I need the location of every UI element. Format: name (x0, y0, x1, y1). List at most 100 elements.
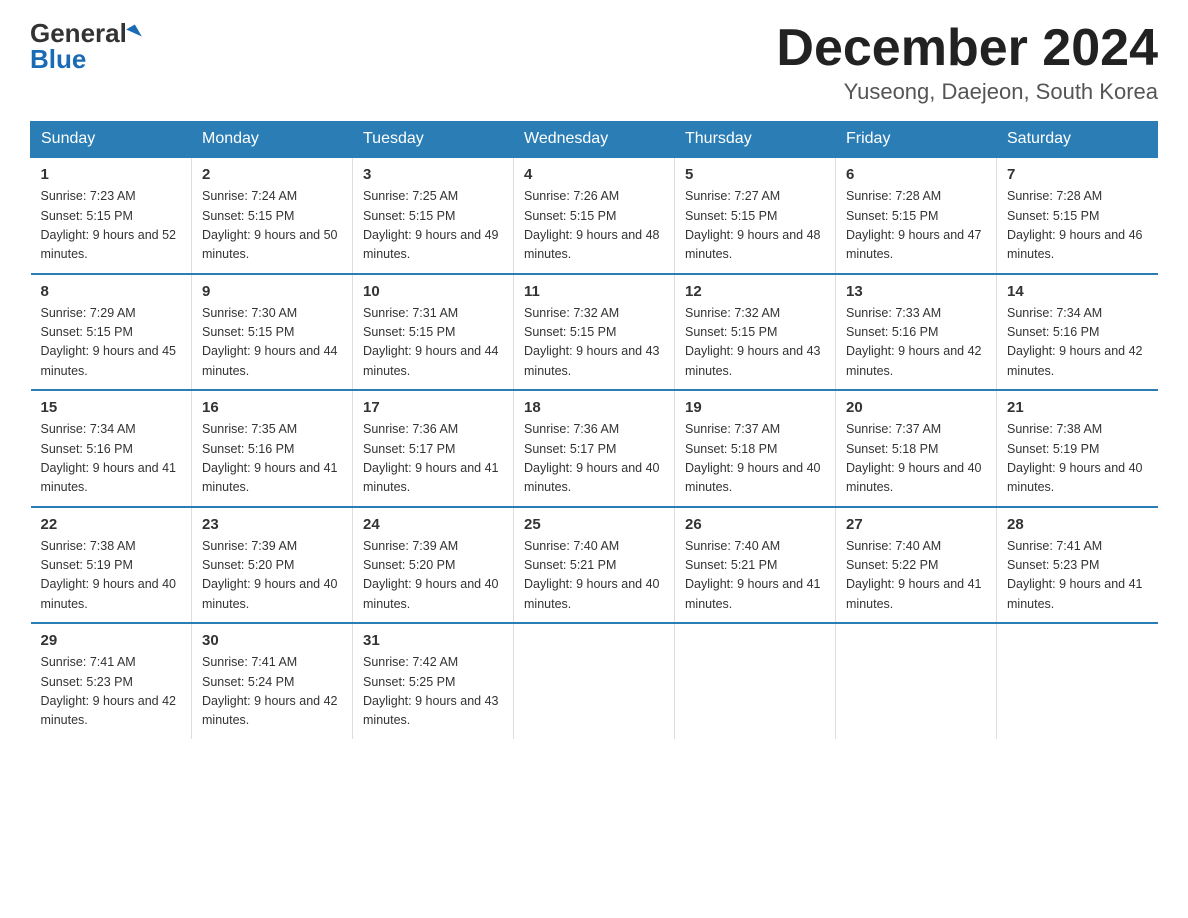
day-number: 15 (41, 399, 182, 416)
day-number: 14 (1007, 283, 1148, 300)
day-info: Sunrise: 7:41 AMSunset: 5:24 PMDaylight:… (202, 655, 338, 727)
month-title: December 2024 (776, 20, 1158, 77)
day-number: 7 (1007, 166, 1148, 183)
day-number: 16 (202, 399, 342, 416)
title-section: December 2024 Yuseong, Daejeon, South Ko… (776, 20, 1158, 105)
day-number: 25 (524, 516, 664, 533)
day-info: Sunrise: 7:29 AMSunset: 5:15 PMDaylight:… (41, 306, 177, 378)
day-info: Sunrise: 7:32 AMSunset: 5:15 PMDaylight:… (685, 306, 821, 378)
calendar-day-cell: 31 Sunrise: 7:42 AMSunset: 5:25 PMDaylig… (353, 623, 514, 739)
calendar-week-row: 1 Sunrise: 7:23 AMSunset: 5:15 PMDayligh… (31, 157, 1158, 274)
day-number: 6 (846, 166, 986, 183)
day-info: Sunrise: 7:35 AMSunset: 5:16 PMDaylight:… (202, 422, 338, 494)
calendar-day-cell: 18 Sunrise: 7:36 AMSunset: 5:17 PMDaylig… (514, 390, 675, 507)
calendar-day-cell: 26 Sunrise: 7:40 AMSunset: 5:21 PMDaylig… (675, 507, 836, 624)
day-info: Sunrise: 7:36 AMSunset: 5:17 PMDaylight:… (363, 422, 499, 494)
calendar-week-row: 15 Sunrise: 7:34 AMSunset: 5:16 PMDaylig… (31, 390, 1158, 507)
day-number: 17 (363, 399, 503, 416)
day-info: Sunrise: 7:25 AMSunset: 5:15 PMDaylight:… (363, 189, 499, 261)
header-sunday: Sunday (31, 122, 192, 158)
calendar-day-cell: 14 Sunrise: 7:34 AMSunset: 5:16 PMDaylig… (997, 274, 1158, 391)
logo-general-text: General (30, 20, 127, 46)
calendar-day-cell: 4 Sunrise: 7:26 AMSunset: 5:15 PMDayligh… (514, 157, 675, 274)
calendar-header-row: SundayMondayTuesdayWednesdayThursdayFrid… (31, 122, 1158, 158)
calendar-day-cell (675, 623, 836, 739)
day-number: 19 (685, 399, 825, 416)
day-info: Sunrise: 7:38 AMSunset: 5:19 PMDaylight:… (41, 539, 177, 611)
calendar-week-row: 22 Sunrise: 7:38 AMSunset: 5:19 PMDaylig… (31, 507, 1158, 624)
day-info: Sunrise: 7:23 AMSunset: 5:15 PMDaylight:… (41, 189, 177, 261)
calendar-day-cell (997, 623, 1158, 739)
calendar-day-cell: 17 Sunrise: 7:36 AMSunset: 5:17 PMDaylig… (353, 390, 514, 507)
day-number: 20 (846, 399, 986, 416)
day-number: 23 (202, 516, 342, 533)
calendar-day-cell: 19 Sunrise: 7:37 AMSunset: 5:18 PMDaylig… (675, 390, 836, 507)
day-number: 29 (41, 632, 182, 649)
day-number: 30 (202, 632, 342, 649)
calendar-day-cell (514, 623, 675, 739)
calendar-day-cell: 24 Sunrise: 7:39 AMSunset: 5:20 PMDaylig… (353, 507, 514, 624)
calendar-day-cell: 30 Sunrise: 7:41 AMSunset: 5:24 PMDaylig… (192, 623, 353, 739)
day-info: Sunrise: 7:39 AMSunset: 5:20 PMDaylight:… (202, 539, 338, 611)
calendar-day-cell: 23 Sunrise: 7:39 AMSunset: 5:20 PMDaylig… (192, 507, 353, 624)
header-friday: Friday (836, 122, 997, 158)
day-number: 18 (524, 399, 664, 416)
calendar-day-cell: 21 Sunrise: 7:38 AMSunset: 5:19 PMDaylig… (997, 390, 1158, 507)
calendar-table: SundayMondayTuesdayWednesdayThursdayFrid… (30, 121, 1158, 739)
header-tuesday: Tuesday (353, 122, 514, 158)
calendar-day-cell: 25 Sunrise: 7:40 AMSunset: 5:21 PMDaylig… (514, 507, 675, 624)
day-info: Sunrise: 7:26 AMSunset: 5:15 PMDaylight:… (524, 189, 660, 261)
day-info: Sunrise: 7:42 AMSunset: 5:25 PMDaylight:… (363, 655, 499, 727)
calendar-day-cell: 11 Sunrise: 7:32 AMSunset: 5:15 PMDaylig… (514, 274, 675, 391)
logo-arrow-icon (126, 24, 142, 41)
day-info: Sunrise: 7:31 AMSunset: 5:15 PMDaylight:… (363, 306, 499, 378)
day-number: 27 (846, 516, 986, 533)
day-info: Sunrise: 7:27 AMSunset: 5:15 PMDaylight:… (685, 189, 821, 261)
day-number: 10 (363, 283, 503, 300)
calendar-week-row: 8 Sunrise: 7:29 AMSunset: 5:15 PMDayligh… (31, 274, 1158, 391)
logo-blue-text: Blue (30, 46, 86, 72)
day-number: 11 (524, 283, 664, 300)
header-thursday: Thursday (675, 122, 836, 158)
calendar-day-cell: 1 Sunrise: 7:23 AMSunset: 5:15 PMDayligh… (31, 157, 192, 274)
day-info: Sunrise: 7:24 AMSunset: 5:15 PMDaylight:… (202, 189, 338, 261)
location-subtitle: Yuseong, Daejeon, South Korea (776, 79, 1158, 105)
header-monday: Monday (192, 122, 353, 158)
calendar-day-cell: 10 Sunrise: 7:31 AMSunset: 5:15 PMDaylig… (353, 274, 514, 391)
calendar-day-cell: 15 Sunrise: 7:34 AMSunset: 5:16 PMDaylig… (31, 390, 192, 507)
day-info: Sunrise: 7:34 AMSunset: 5:16 PMDaylight:… (1007, 306, 1143, 378)
day-info: Sunrise: 7:28 AMSunset: 5:15 PMDaylight:… (846, 189, 982, 261)
calendar-day-cell: 16 Sunrise: 7:35 AMSunset: 5:16 PMDaylig… (192, 390, 353, 507)
day-number: 5 (685, 166, 825, 183)
day-number: 3 (363, 166, 503, 183)
calendar-day-cell: 3 Sunrise: 7:25 AMSunset: 5:15 PMDayligh… (353, 157, 514, 274)
day-info: Sunrise: 7:40 AMSunset: 5:22 PMDaylight:… (846, 539, 982, 611)
calendar-day-cell: 27 Sunrise: 7:40 AMSunset: 5:22 PMDaylig… (836, 507, 997, 624)
day-number: 9 (202, 283, 342, 300)
header-saturday: Saturday (997, 122, 1158, 158)
calendar-day-cell: 8 Sunrise: 7:29 AMSunset: 5:15 PMDayligh… (31, 274, 192, 391)
calendar-day-cell: 9 Sunrise: 7:30 AMSunset: 5:15 PMDayligh… (192, 274, 353, 391)
calendar-day-cell: 13 Sunrise: 7:33 AMSunset: 5:16 PMDaylig… (836, 274, 997, 391)
day-number: 21 (1007, 399, 1148, 416)
day-info: Sunrise: 7:33 AMSunset: 5:16 PMDaylight:… (846, 306, 982, 378)
day-info: Sunrise: 7:40 AMSunset: 5:21 PMDaylight:… (524, 539, 660, 611)
day-info: Sunrise: 7:32 AMSunset: 5:15 PMDaylight:… (524, 306, 660, 378)
day-number: 28 (1007, 516, 1148, 533)
day-number: 4 (524, 166, 664, 183)
calendar-day-cell: 5 Sunrise: 7:27 AMSunset: 5:15 PMDayligh… (675, 157, 836, 274)
day-number: 31 (363, 632, 503, 649)
day-number: 2 (202, 166, 342, 183)
day-number: 24 (363, 516, 503, 533)
day-info: Sunrise: 7:39 AMSunset: 5:20 PMDaylight:… (363, 539, 499, 611)
page-header: General Blue December 2024 Yuseong, Daej… (30, 20, 1158, 105)
day-info: Sunrise: 7:28 AMSunset: 5:15 PMDaylight:… (1007, 189, 1143, 261)
day-number: 12 (685, 283, 825, 300)
logo: General Blue (30, 20, 139, 72)
calendar-day-cell: 22 Sunrise: 7:38 AMSunset: 5:19 PMDaylig… (31, 507, 192, 624)
day-info: Sunrise: 7:37 AMSunset: 5:18 PMDaylight:… (846, 422, 982, 494)
calendar-day-cell: 29 Sunrise: 7:41 AMSunset: 5:23 PMDaylig… (31, 623, 192, 739)
day-info: Sunrise: 7:40 AMSunset: 5:21 PMDaylight:… (685, 539, 821, 611)
day-info: Sunrise: 7:41 AMSunset: 5:23 PMDaylight:… (1007, 539, 1143, 611)
day-info: Sunrise: 7:41 AMSunset: 5:23 PMDaylight:… (41, 655, 177, 727)
